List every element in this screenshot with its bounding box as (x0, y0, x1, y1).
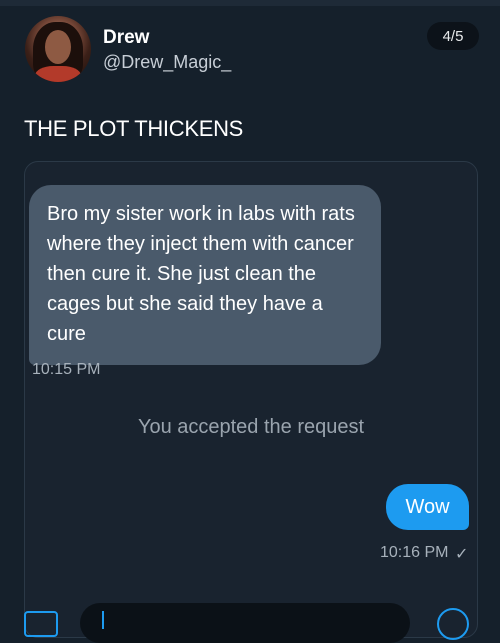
read-receipt-check-icon: ✓ (455, 546, 469, 563)
top-divider (0, 0, 500, 6)
dm-screenshot-card[interactable]: Bro my sister work in labs with rats whe… (24, 161, 478, 638)
incoming-message-time: 10:15 PM (32, 361, 101, 378)
avatar-face (45, 30, 71, 64)
user-handle[interactable]: @Drew_Magic_ (103, 52, 231, 73)
avatar-shirt (35, 66, 81, 82)
image-icon[interactable] (24, 611, 58, 637)
text-cursor (102, 611, 104, 629)
incoming-message-bubble: Bro my sister work in labs with rats whe… (29, 185, 381, 365)
image-counter-badge: 4/5 (427, 22, 479, 50)
message-compose-field[interactable] (80, 603, 410, 643)
outgoing-message-bubble: Wow (386, 484, 469, 530)
avatar[interactable] (25, 16, 91, 82)
display-name[interactable]: Drew (103, 27, 149, 49)
outgoing-message-time: 10:16 PM (380, 544, 449, 561)
request-accepted-notice: You accepted the request (137, 416, 365, 438)
send-icon[interactable] (437, 608, 469, 640)
tweet-text: THE PLOT THICKENS (24, 116, 244, 141)
